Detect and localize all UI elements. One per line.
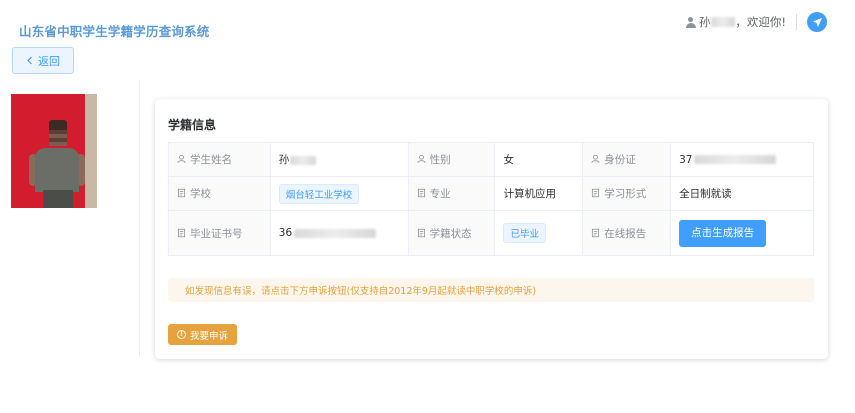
user-icon xyxy=(177,154,186,164)
value-online-report: 点击生成报告 xyxy=(670,210,814,256)
document-icon xyxy=(177,188,186,198)
value-school: 烟台轻工业学校 xyxy=(269,176,409,211)
table-row: 学校 烟台轻工业学校 专业 计算机应用 学习形式 全日制就读 xyxy=(168,176,814,211)
redacted-name xyxy=(711,17,736,27)
back-label: 返回 xyxy=(38,54,60,68)
greeting: ，欢迎你! xyxy=(735,15,786,29)
user-icon xyxy=(417,154,426,164)
app-title: 山东省中职学生学籍学历查询系统 xyxy=(19,24,210,39)
student-photo xyxy=(11,94,97,208)
table-row: 学生姓名 孙 性别 女 身份证 37 xyxy=(168,142,814,177)
document-icon xyxy=(417,188,425,198)
generate-report-button[interactable]: 点击生成报告 xyxy=(679,219,767,247)
appeal-label: 我要申诉 xyxy=(189,330,228,342)
paper-plane-button[interactable] xyxy=(807,12,827,32)
user-icon xyxy=(591,154,600,164)
redacted-diploma xyxy=(294,228,377,238)
value-name: 孙 xyxy=(269,142,409,177)
back-button[interactable]: 返回 xyxy=(12,47,74,74)
sidebar-divider xyxy=(139,80,140,356)
value-diploma-number: 36 xyxy=(269,210,409,256)
value-status: 已毕业 xyxy=(494,210,584,256)
document-icon xyxy=(177,228,186,237)
document-icon xyxy=(417,228,425,237)
user-area: 孙 ，欢迎你! xyxy=(685,9,827,35)
warning-circle-icon: ! xyxy=(176,330,186,339)
label-study-form: 学习形式 xyxy=(582,176,672,211)
label-major: 专业 xyxy=(407,176,496,211)
appeal-button[interactable]: ! 我要申诉 xyxy=(168,324,237,345)
label-status: 学籍状态 xyxy=(407,210,496,256)
label-online-report: 在线报告 xyxy=(582,210,672,256)
record-table: 学生姓名 孙 性别 女 身份证 37 学校 烟台轻工业学校 专业 计算机应用 学… xyxy=(168,142,814,256)
notice-alert: 如发现信息有误，请点击下方申诉按钮(仅支持自2012年9月起就读中职学校的申诉) xyxy=(168,278,814,302)
value-major: 计算机应用 xyxy=(494,176,584,211)
paper-plane-icon xyxy=(812,17,822,27)
status-badge: 已毕业 xyxy=(503,223,546,243)
value-id-card: 37 xyxy=(670,142,814,177)
document-icon xyxy=(592,188,600,198)
label-gender: 性别 xyxy=(407,142,496,177)
notice-text: 如发现信息有误，请点击下方申诉按钮(仅支持自2012年9月起就读中职学校的申诉) xyxy=(185,286,537,297)
record-card: 学籍信息 学生姓名 孙 性别 女 身份证 37 学校 烟台轻工业学校 专业 计算… xyxy=(155,99,828,359)
table-row: 毕业证书号 36 学籍状态 已毕业 在线报告 点击生成报告 xyxy=(168,210,814,256)
redacted-name xyxy=(290,155,317,165)
redacted-id xyxy=(694,155,777,164)
label-school: 学校 xyxy=(168,176,271,211)
school-tag: 烟台轻工业学校 xyxy=(278,183,360,204)
document-icon xyxy=(592,228,600,237)
card-title: 学籍信息 xyxy=(168,118,217,132)
label-name: 学生姓名 xyxy=(168,142,271,177)
label-diploma-number: 毕业证书号 xyxy=(168,210,271,256)
value-gender: 女 xyxy=(494,142,584,177)
chevron-left-icon xyxy=(27,56,32,65)
value-study-form: 全日制就读 xyxy=(670,176,814,211)
user-name: 孙 xyxy=(698,15,711,29)
header-divider xyxy=(796,14,797,30)
user-icon xyxy=(685,16,696,28)
label-id-card: 身份证 xyxy=(582,142,672,177)
